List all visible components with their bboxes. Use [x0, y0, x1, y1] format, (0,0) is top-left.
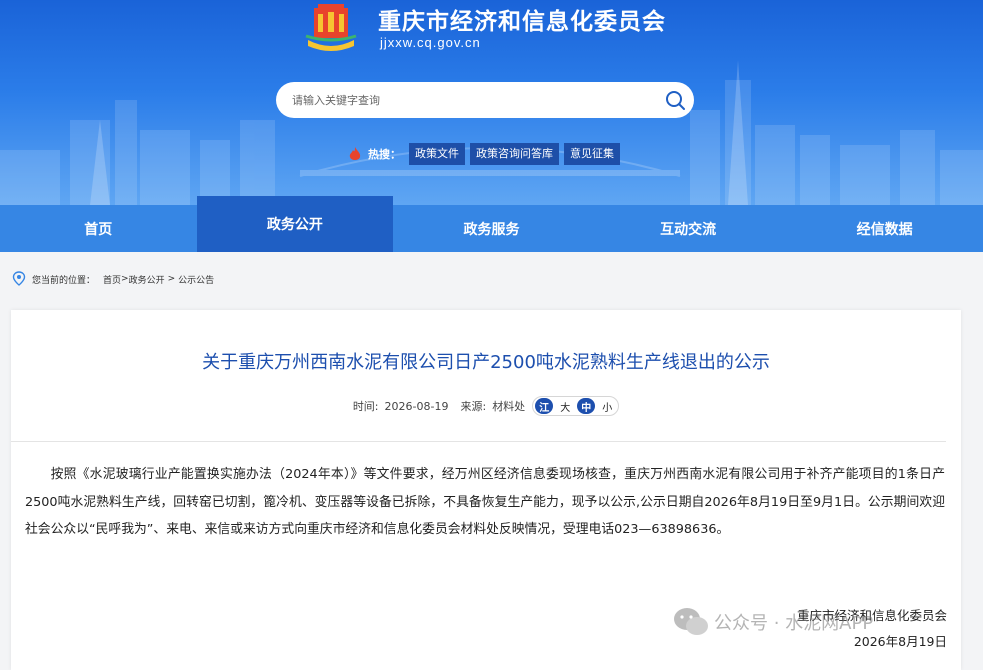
breadcrumb-separator: > — [167, 274, 176, 284]
nav-item-gov-affairs[interactable]: 政务公开 — [196, 196, 394, 252]
watermark-text: 公众号 · 水泥网APP — [714, 613, 874, 634]
search-icon[interactable] — [664, 89, 686, 111]
source-value: 材料处 — [492, 400, 526, 413]
source-label: 来源: — [460, 400, 487, 413]
hot-tag-opinion[interactable]: 意见征集 — [564, 143, 620, 165]
search-box — [276, 82, 694, 118]
site-title: 重庆市经济和信息化委员会 — [378, 9, 666, 35]
hot-tag-policy-qa[interactable]: 政策咨询问答库 — [470, 143, 559, 165]
nav-item-gov-services[interactable]: 政务服务 — [393, 205, 590, 252]
fire-icon — [349, 147, 361, 160]
main-nav: 首页 政务公开 政务服务 互动交流 经信数据 — [0, 196, 983, 252]
font-size-tools: 江 大 中 小 — [532, 396, 620, 416]
breadcrumb-label: 您当前的位置： — [32, 275, 96, 286]
breadcrumb-home[interactable]: 首页 — [103, 273, 121, 286]
site-domain: jjxxw.cq.gov.cn — [380, 35, 481, 50]
divider — [11, 441, 946, 442]
site-logo-icon — [305, 4, 357, 51]
wechat-icon — [674, 608, 708, 635]
breadcrumb-section[interactable]: 政务公开 — [129, 273, 165, 286]
header-banner: 重庆市经济和信息化委员会 jjxxw.cq.gov.cn 热搜： 政策文件 政策… — [0, 0, 983, 205]
search-input[interactable] — [290, 82, 660, 118]
watermark: 公众号 · 水泥网APP — [672, 606, 873, 638]
font-size-small-button[interactable]: 小 — [598, 398, 616, 414]
time-value: 2026-08-19 — [384, 399, 449, 413]
breadcrumb: 您当前的位置： 首页 > 政务公开 > 公示公告 — [12, 271, 214, 287]
breadcrumb-separator: > — [121, 274, 129, 284]
nav-item-economic-data[interactable]: 经信数据 — [786, 205, 983, 252]
font-tool-jiang[interactable]: 江 — [535, 398, 554, 414]
hot-search-bar: 热搜： 政策文件 政策咨询问答库 意见征集 — [348, 142, 620, 166]
hot-search-label: 热搜： — [368, 148, 401, 161]
font-size-medium-button[interactable]: 中 — [577, 398, 596, 414]
font-size-large-button[interactable]: 大 — [556, 398, 574, 414]
nav-item-interaction[interactable]: 互动交流 — [590, 205, 787, 252]
article-title: 关于重庆万州西南水泥有限公司日产2500吨水泥熟料生产线退出的公示 — [202, 352, 770, 373]
breadcrumb-current[interactable]: 公示公告 — [178, 273, 214, 286]
article-body: 按照《水泥玻璃行业产能置换实施办法（2024年本）》等文件要求，经万州区经济信息… — [25, 467, 945, 537]
time-label: 时间: — [352, 400, 379, 413]
article-meta: 时间: 2026-08-19 来源: 材料处 江 大 中 小 — [11, 396, 961, 416]
nav-item-home[interactable]: 首页 — [0, 205, 197, 252]
location-pin-icon — [12, 271, 26, 286]
hot-tag-policy-docs[interactable]: 政策文件 — [409, 143, 465, 165]
